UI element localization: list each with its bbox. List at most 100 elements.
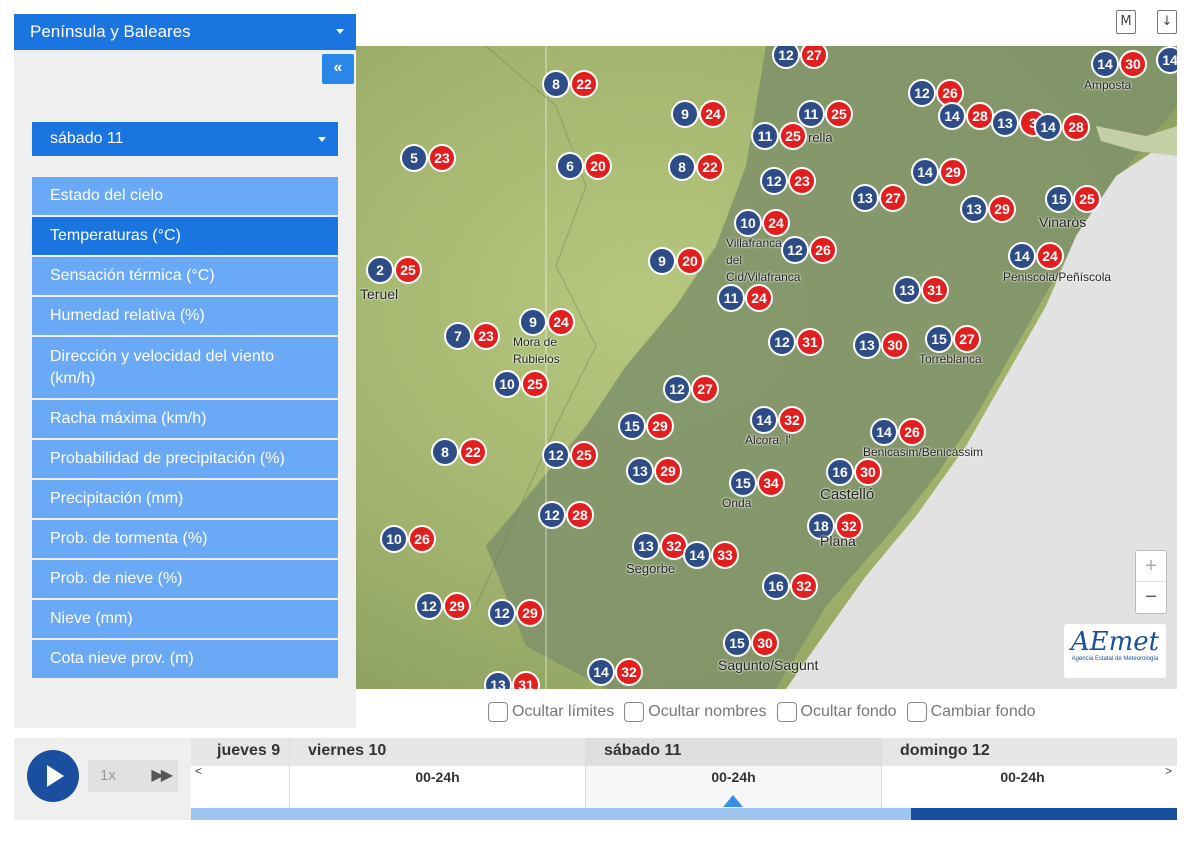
collapse-sidebar-button[interactable]: « [322,54,354,84]
temp-marker[interactable]: 15 27 [925,325,985,353]
temp-marker[interactable]: 14 26 [870,418,930,446]
temp-marker[interactable]: 8 22 [542,70,602,98]
min-temp: 12 [538,501,566,529]
temp-marker[interactable]: 12 25 [542,441,602,469]
temp-marker[interactable]: 14 28 [1034,113,1094,141]
temp-marker[interactable]: 14 29 [911,158,971,186]
checkbox[interactable] [624,702,645,722]
temp-marker[interactable]: 12 28 [538,501,598,529]
min-temp: 16 [826,458,854,486]
timeline-day[interactable]: jueves 9 [205,738,289,808]
max-temp: 25 [825,100,853,128]
temp-marker[interactable]: 12 31 [768,328,828,356]
max-temp: 22 [459,438,487,466]
menu-item-temperatures[interactable]: Temperaturas (°C) [32,217,338,255]
temp-marker[interactable]: 2 25 [366,256,426,284]
temp-marker[interactable]: 15 25 [1045,185,1105,213]
temp-marker[interactable]: 12 27 [663,375,723,403]
region-select-label: Península y Baleares [30,22,191,41]
menu-item-thermal-sensation[interactable]: Sensación térmica (°C) [32,257,338,295]
max-temp: 22 [696,153,724,181]
menu-item-wind[interactable]: Dirección y velocidad del viento (km/h) [32,337,338,398]
temp-marker[interactable]: 13 29 [626,457,686,485]
hide-limits-option[interactable]: Ocultar límites [488,702,614,722]
temp-marker[interactable]: 15 30 [723,629,783,657]
temp-marker[interactable]: 15 29 [618,412,678,440]
hide-background-option[interactable]: Ocultar fondo [776,702,897,722]
place-label: Castelló [820,486,875,503]
menu-item-max-gust[interactable]: Racha máxima (km/h) [32,400,338,438]
max-temp: 30 [881,331,909,359]
speed-control[interactable]: 1x ▶▶ [88,760,178,792]
checkbox[interactable] [906,702,927,722]
menu-item-snow[interactable]: Nieve (mm) [32,600,338,638]
timeline-day[interactable]: domingo 12 00-24h [881,738,1163,808]
temp-marker[interactable]: 14 24 [1008,242,1068,270]
timeline-progress-bar[interactable] [191,808,1177,820]
checkbox[interactable] [488,702,508,722]
temp-marker[interactable]: 16 32 [762,572,822,600]
menu-item-snow-probability[interactable]: Prob. de nieve (%) [32,560,338,598]
max-temp: 28 [566,501,594,529]
temp-marker[interactable]: 14 33 [683,541,743,569]
temp-marker[interactable]: 9 24 [671,100,731,128]
temp-marker[interactable]: 14 28 [938,102,998,130]
temp-marker[interactable]: 16 30 [826,458,886,486]
max-temp: 34 [757,469,785,497]
temp-marker[interactable]: 11 25 [751,122,811,150]
temp-marker[interactable]: 14 30 [1091,50,1151,78]
temp-marker[interactable]: 14 32 [587,658,647,686]
temp-marker[interactable]: 14 32 [750,406,810,434]
hide-names-option[interactable]: Ocultar nombres [624,702,767,722]
play-button[interactable] [27,750,79,802]
temp-marker[interactable]: 8 22 [431,438,491,466]
temp-marker[interactable]: 9 20 [648,247,708,275]
temp-marker[interactable]: 9 24 [519,308,579,336]
temp-marker[interactable]: 15 34 [729,469,789,497]
temp-marker[interactable]: 6 20 [556,152,616,180]
menu-item-humidity[interactable]: Humedad relativa (%) [32,297,338,335]
change-background-option[interactable]: Cambiar fondo [906,702,1036,722]
temp-marker[interactable]: 13 27 [851,184,911,212]
temp-marker[interactable]: 10 25 [493,370,553,398]
temp-marker[interactable]: 13 30 [853,331,913,359]
timeline-day[interactable]: viernes 10 00-24h [289,738,585,808]
temp-marker[interactable]: 11 24 [717,284,777,312]
forecast-map[interactable]: 12 27 14 30 14 8 22 12 26 9 24 11 25 14 28 13 3 … [356,46,1177,689]
temp-marker[interactable]: 13 29 [960,195,1020,223]
menu-item-storm-probability[interactable]: Prob. de tormenta (%) [32,520,338,558]
temp-marker[interactable]: 8 22 [668,153,728,181]
timeline-next-icon[interactable]: > [1165,764,1172,778]
temp-marker[interactable]: 13 31 [484,671,544,689]
fast-forward-icon[interactable]: ▶▶ [151,760,173,792]
temp-marker[interactable]: 10 24 [734,209,794,237]
temp-marker[interactable]: 12 23 [760,167,820,195]
menu-item-precip-probability[interactable]: Probabilidad de precipitación (%) [32,440,338,478]
zoom-in-button[interactable]: + [1136,551,1166,582]
temp-marker[interactable]: 12 29 [488,599,548,627]
temp-marker[interactable]: 12 27 [772,46,832,69]
temp-marker[interactable]: 7 23 [444,322,504,350]
download-icon[interactable]: ↓ [1157,10,1177,34]
map-print-icon[interactable]: M [1116,10,1136,34]
min-temp: 15 [1045,185,1073,213]
max-temp: 27 [800,46,828,69]
temp-marker[interactable]: 13 31 [893,276,953,304]
day-select[interactable]: sábado 11 [32,122,338,156]
temp-marker[interactable]: 12 26 [781,236,841,264]
checkbox[interactable] [776,702,797,722]
max-temp: 29 [654,457,682,485]
menu-item-precipitation[interactable]: Precipitación (mm) [32,480,338,518]
temp-marker[interactable]: 12 29 [415,592,475,620]
menu-item-sky-state[interactable]: Estado del cielo [32,177,338,215]
region-select[interactable]: Península y Baleares [14,14,356,50]
temp-marker[interactable]: 10 26 [380,525,440,553]
max-temp: 25 [570,441,598,469]
temp-marker[interactable]: 14 [1156,46,1177,74]
temp-marker[interactable]: 5 23 [400,144,460,172]
max-temp: 22 [570,70,598,98]
zoom-out-button[interactable]: − [1136,582,1166,613]
timeline-prev-icon[interactable]: < [195,764,202,778]
place-label: rella [808,130,833,145]
menu-item-snow-level[interactable]: Cota nieve prov. (m) [32,640,338,678]
